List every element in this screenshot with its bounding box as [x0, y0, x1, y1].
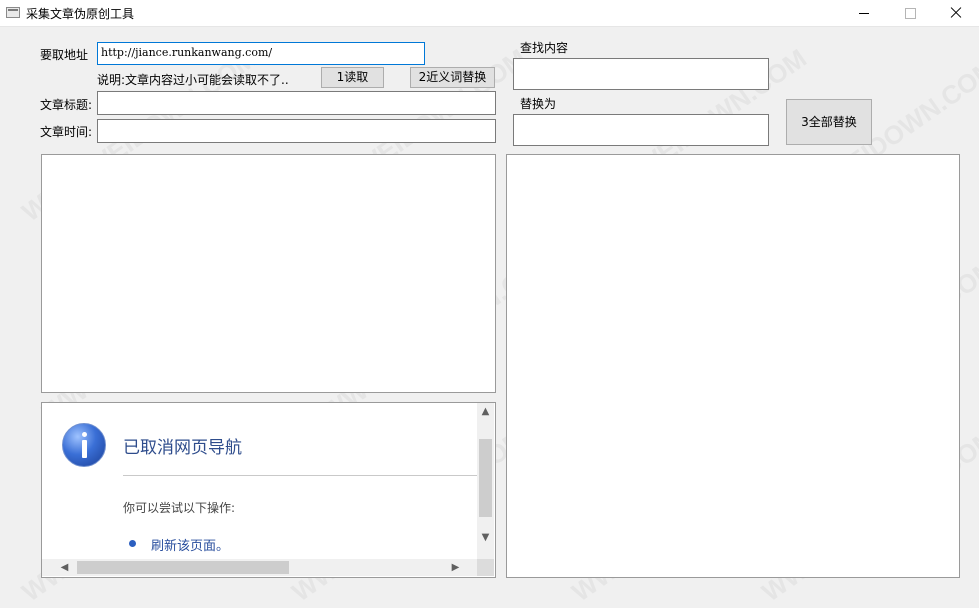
source-content-area[interactable] [41, 154, 496, 393]
replace-all-button[interactable]: 3全部替换 [786, 99, 872, 145]
url-label: 要取地址 [40, 48, 89, 62]
scroll-up-icon[interactable]: ▲ [477, 403, 494, 420]
window-title: 采集文章伪原创工具 [26, 7, 135, 21]
find-label: 查找内容 [520, 41, 569, 55]
refresh-link[interactable]: 刷新该页面。 [151, 535, 229, 554]
scroll-right-icon[interactable]: ▶ [447, 559, 464, 576]
close-button[interactable] [933, 0, 979, 26]
replace-label: 替换为 [520, 97, 557, 111]
heading-divider [123, 475, 478, 476]
browser-panel[interactable]: 已取消网页导航 你可以尝试以下操作: 刷新该页面。 ▲ ▼ ◀ ▶ [41, 402, 496, 578]
bullet-icon [129, 540, 136, 547]
find-input[interactable] [513, 58, 769, 90]
result-content-area[interactable] [506, 154, 960, 578]
horizontal-scrollbar[interactable]: ◀ ▶ [42, 559, 494, 576]
synonym-replace-button[interactable]: 2近义词替换 [410, 67, 495, 88]
note-text: 说明:文章内容过小可能会读取不了.. [97, 73, 289, 87]
url-input[interactable]: http://jiance.runkanwang.com/ [97, 42, 425, 65]
article-title-label: 文章标题: [40, 98, 93, 112]
nav-cancelled-heading: 已取消网页导航 [123, 438, 242, 458]
scroll-corner [477, 559, 494, 576]
article-time-label: 文章时间: [40, 125, 93, 139]
scroll-left-icon[interactable]: ◀ [56, 559, 73, 576]
read-button[interactable]: 1读取 [321, 67, 384, 88]
vertical-scrollbar[interactable]: ▲ ▼ [477, 403, 494, 559]
try-text: 你可以尝试以下操作: [123, 501, 236, 515]
scroll-down-icon[interactable]: ▼ [477, 529, 494, 546]
maximize-button[interactable] [887, 0, 933, 26]
minimize-button[interactable] [841, 0, 887, 26]
title-bar[interactable]: 采集文章伪原创工具 [0, 0, 979, 27]
app-icon [6, 7, 20, 18]
article-time-input[interactable] [97, 119, 496, 143]
article-title-input[interactable] [97, 91, 496, 115]
replace-input[interactable] [513, 114, 769, 146]
horizontal-scroll-thumb[interactable] [77, 561, 289, 574]
vertical-scroll-thumb[interactable] [479, 439, 492, 517]
info-icon [62, 423, 106, 467]
